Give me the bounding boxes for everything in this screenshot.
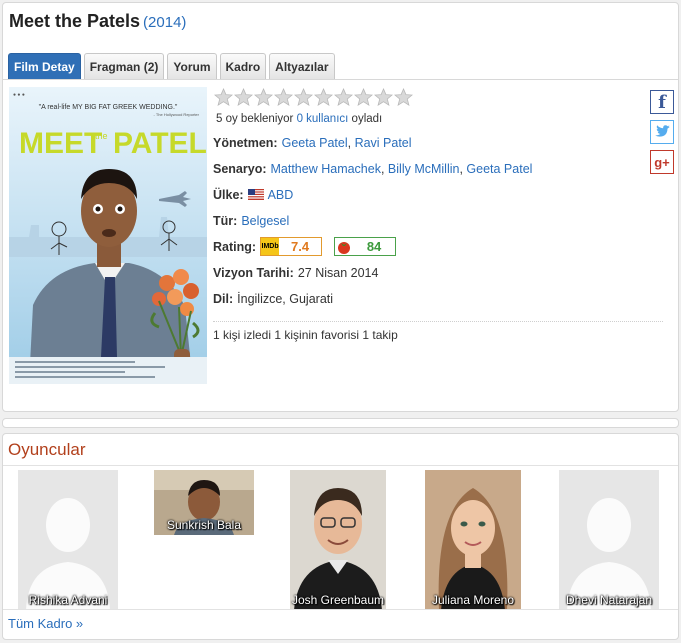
star-rating[interactable]: [214, 87, 665, 107]
cast-member-juliana-moreno[interactable]: Juliana Moreno: [425, 470, 521, 610]
director-row: Yönetmen: Geeta Patel, Ravi Patel: [213, 135, 412, 150]
writer-label: Senaryo:: [213, 161, 267, 176]
twitter-share-button[interactable]: [650, 120, 674, 144]
poster-title-patels: PATELS: [113, 127, 207, 160]
country-row: Ülke: ABD: [213, 186, 665, 203]
google-plus-icon: g+: [654, 154, 670, 170]
movie-poster[interactable]: ● ● ● "A real-life MY BIG FAT GREEK WEDD…: [9, 87, 207, 384]
star-icon[interactable]: [294, 87, 313, 107]
rt-score: 84: [366, 239, 382, 254]
star-icon[interactable]: [254, 87, 273, 107]
actor-photo: [425, 470, 521, 610]
country-label: Ülke:: [213, 187, 244, 202]
tab-yorum[interactable]: Yorum: [167, 53, 217, 79]
rating-row: Rating: IMDb 7.4 84: [213, 237, 665, 256]
facebook-share-button[interactable]: f: [650, 90, 674, 114]
imdb-logo-icon: IMDb: [261, 238, 280, 255]
genre-row: Tür: Belgesel: [213, 212, 665, 229]
avatar-placeholder-icon: [18, 470, 118, 610]
google-plus-share-button[interactable]: g+: [650, 150, 674, 174]
cast-member-name: Sunkrish Bala: [166, 518, 242, 532]
vote-summary: 5 oy bekleniyor 0 kullanıcı oyladı: [216, 113, 665, 125]
cast-heading-divider: [3, 465, 678, 466]
poster-title-meet: MEET: [19, 127, 102, 160]
cast-member-dhevi-natarajan[interactable]: Dhevi Natarajan: [559, 470, 659, 610]
twitter-icon: [655, 125, 670, 137]
tomato-icon: [335, 238, 353, 255]
movie-info: 5 oy bekleniyor 0 kullanıcı oyladı Yönet…: [213, 87, 665, 342]
tab-fragman[interactable]: Fragman (2): [83, 53, 165, 79]
star-icon[interactable]: [394, 87, 413, 107]
all-cast-link[interactable]: Tüm Kadro »: [8, 616, 83, 631]
votes-pending-text: 5 oy bekleniyor: [216, 113, 294, 125]
cast-member-sunkrish-bala[interactable]: Sunkrish Bala: [154, 470, 254, 535]
star-icon[interactable]: [234, 87, 253, 107]
star-icon[interactable]: [274, 87, 293, 107]
languages: İngilizce, Gujarati: [237, 291, 334, 306]
director-link-1[interactable]: Geeta Patel: [282, 136, 348, 150]
dotted-divider: [213, 321, 663, 322]
facebook-icon: f: [658, 91, 666, 113]
voters-link[interactable]: 0 kullanıcı: [297, 113, 349, 125]
cast-footer-divider: [3, 609, 678, 610]
country-link[interactable]: ABD: [268, 188, 294, 202]
cast-member-name: Dhevi Natarajan: [565, 593, 653, 607]
detail-tabs: Film Detay Fragman (2) Yorum Kadro Altya…: [8, 53, 335, 79]
separator-panel: [2, 418, 679, 428]
writer-link-2[interactable]: Billy McMillin: [388, 162, 460, 176]
writer-link-3[interactable]: Geeta Patel: [466, 162, 532, 176]
poster-title-the: the: [95, 131, 108, 141]
genre-link[interactable]: Belgesel: [241, 214, 289, 228]
cast-member-josh-greenbaum[interactable]: Josh Greenbaum: [290, 470, 386, 610]
poster-quote: "A real-life MY BIG FAT GREEK WEDDING.": [39, 104, 178, 111]
star-icon[interactable]: [334, 87, 353, 107]
writer-row: Senaryo: Matthew Hamachek, Billy McMilli…: [213, 161, 533, 176]
imdb-score: 7.4: [291, 239, 310, 254]
release-label: Vizyon Tarihi:: [213, 265, 294, 280]
movie-year-link[interactable]: (2014): [143, 14, 186, 31]
cast-member-name: Juliana Moreno: [431, 593, 515, 607]
tab-film-detay[interactable]: Film Detay: [8, 53, 81, 79]
imdb-rating-badge[interactable]: IMDb 7.4: [260, 237, 323, 256]
rating-label: Rating:: [213, 239, 257, 254]
cast-member-name: Josh Greenbaum: [291, 593, 385, 607]
poster-art: ● ● ● "A real-life MY BIG FAT GREEK WEDD…: [9, 87, 207, 384]
movie-title-row: Meet the Patels (2014): [9, 11, 186, 32]
movie-title: Meet the Patels: [9, 11, 141, 31]
star-icon[interactable]: [314, 87, 333, 107]
rt-rating-badge[interactable]: 84: [334, 237, 397, 256]
movie-detail-panel: Meet the Patels (2014) Film Detay Fragman…: [2, 2, 679, 412]
writer-link-1[interactable]: Matthew Hamachek: [271, 162, 381, 176]
tab-kadro[interactable]: Kadro: [219, 53, 267, 79]
tabs-divider: [3, 79, 678, 80]
release-date: 27 Nisan 2014: [297, 265, 379, 280]
votes-suffix-text: oyladı: [351, 113, 383, 125]
language-label: Dil:: [213, 291, 234, 306]
poster-quote-source: - The Hollywood Reporter: [153, 112, 199, 117]
director-label: Yönetmen:: [213, 135, 278, 150]
actor-photo: [290, 470, 386, 610]
cast-member-rishika-advani[interactable]: Rishika Advani: [18, 470, 118, 610]
genre-label: Tür:: [213, 213, 238, 228]
star-icon[interactable]: [374, 87, 393, 107]
director-link-2[interactable]: Ravi Patel: [355, 136, 412, 150]
cast-heading: Oyuncular: [8, 440, 86, 459]
cast-panel: Oyuncular Rishika Advani Sunkrish Bala J…: [2, 433, 679, 640]
us-flag-icon: [247, 189, 264, 200]
star-icon[interactable]: [354, 87, 373, 107]
language-row: Dil: İngilizce, Gujarati: [213, 290, 665, 307]
avatar-placeholder-icon: [559, 470, 659, 610]
release-row: Vizyon Tarihi: 27 Nisan 2014: [213, 264, 665, 281]
user-stats: 1 kişi izledi 1 kişinin favorisi 1 takip: [213, 328, 398, 342]
star-icon[interactable]: [214, 87, 233, 107]
cast-member-name: Rishika Advani: [28, 593, 108, 607]
svg-text:● ● ●: ● ● ●: [13, 92, 25, 98]
tab-altyazilar[interactable]: Altyazılar: [269, 53, 335, 79]
